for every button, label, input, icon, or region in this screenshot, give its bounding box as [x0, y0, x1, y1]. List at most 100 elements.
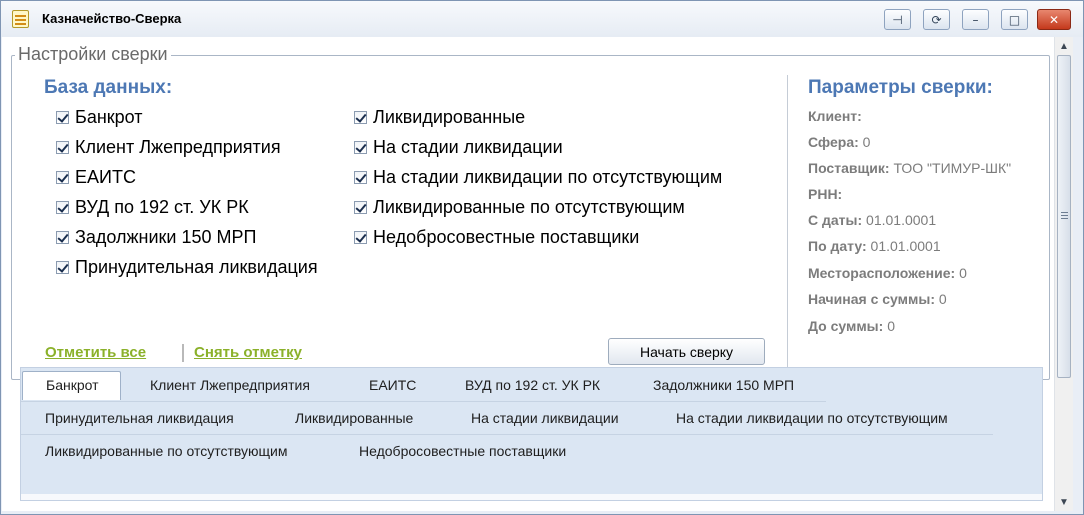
- maximize-icon: □: [1008, 12, 1021, 27]
- refresh-button[interactable]: ⟳: [923, 9, 950, 30]
- tab-in-liquidation-absent[interactable]: На стадии ликвидации по отсутствующим: [676, 410, 948, 426]
- checkbox-label: Клиент Лжепредприятия: [75, 137, 281, 157]
- app-window: Казначейство-Сверка ⊣ ⟳ – □ ✕ Настройки …: [0, 0, 1084, 515]
- checkbox-checked-icon: [354, 111, 367, 124]
- param-label: По дату:: [808, 238, 867, 254]
- tab-row-separator: [21, 401, 826, 402]
- checkbox-in-liquidation-absent[interactable]: На стадии ликвидации по отсутствующим: [354, 167, 722, 188]
- param-value: 01.01.0001: [870, 238, 941, 254]
- tab-forced-liquidation[interactable]: Принудительная ликвидация: [45, 410, 234, 426]
- checkbox-label: Задолжники 150 МРП: [75, 227, 257, 247]
- param-value: 0: [938, 291, 947, 307]
- tab-liquidated-absent[interactable]: Ликвидированные по отсутствующим: [45, 443, 287, 459]
- tab-unfair-suppliers[interactable]: Недобросовестные поставщики: [359, 443, 566, 459]
- param-client: Клиент:: [808, 108, 862, 124]
- tab-row-separator: [21, 434, 993, 435]
- checkbox-debtors-150[interactable]: Задолжники 150 МРП: [56, 227, 256, 248]
- checkbox-fake-clients[interactable]: Клиент Лжепредприятия: [56, 137, 281, 158]
- param-value: 0: [887, 318, 895, 334]
- param-label: Клиент:: [808, 108, 862, 124]
- param-label: РНН:: [808, 186, 843, 202]
- link-separator: [182, 344, 184, 362]
- param-label: Сфера:: [808, 134, 859, 150]
- grip-icon: [1061, 212, 1068, 219]
- param-value: ТОО "ТИМУР-ШК": [893, 160, 1012, 176]
- checkbox-bankrupt[interactable]: Банкрот: [56, 107, 143, 128]
- tab-liquidated[interactable]: Ликвидированные: [295, 410, 413, 426]
- checkbox-label: Недобросовестные поставщики: [373, 227, 640, 247]
- checkbox-label: ВУД по 192 ст. УК РК: [75, 197, 249, 217]
- param-label: С даты:: [808, 212, 863, 228]
- pin-button[interactable]: ⊣: [884, 9, 911, 30]
- checkbox-label: Ликвидированные по отсутствующим: [373, 197, 685, 217]
- param-value: 0: [862, 134, 871, 150]
- params-heading: Параметры сверки:: [808, 77, 993, 98]
- param-rnn: РНН:: [808, 186, 842, 202]
- checkbox-unfair-suppliers[interactable]: Недобросовестные поставщики: [354, 227, 639, 248]
- param-label: До суммы:: [808, 318, 884, 334]
- param-supplier: Поставщик: ТОО "ТИМУР-ШК": [808, 160, 1011, 176]
- scroll-down-icon[interactable]: ▼: [1055, 493, 1073, 511]
- title-bar[interactable]: Казначейство-Сверка ⊣ ⟳ – □ ✕: [1, 1, 1083, 37]
- checkbox-label: Ликвидированные: [373, 107, 526, 127]
- param-label: Месторасположение:: [808, 265, 956, 281]
- param-label: Начиная с суммы:: [808, 291, 935, 307]
- start-reconciliation-button[interactable]: Начать сверку: [608, 338, 765, 365]
- checkbox-checked-icon: [56, 171, 69, 184]
- checkbox-forced-liquidation[interactable]: Принудительная ликвидация: [56, 257, 318, 278]
- checkbox-checked-icon: [56, 261, 69, 274]
- checkbox-liquidated[interactable]: Ликвидированные: [354, 107, 525, 128]
- param-date-to: По дату: 01.01.0001: [808, 238, 941, 254]
- param-value: 0: [959, 265, 967, 281]
- checkbox-label: Банкрот: [75, 107, 143, 127]
- settings-legend: Настройки сверки: [15, 44, 171, 65]
- tab-fake-clients[interactable]: Клиент Лжепредприятия: [150, 377, 310, 393]
- tab-in-liquidation[interactable]: На стадии ликвидации: [471, 410, 619, 426]
- param-value: 01.01.0001: [866, 212, 937, 228]
- checkbox-checked-icon: [56, 111, 69, 124]
- param-sum-to: До суммы: 0: [808, 318, 895, 334]
- param-sum-from: Начиная с суммы: 0: [808, 291, 947, 307]
- result-tabs: Банкрот Клиент Лжепредприятия ЕАИТС ВУД …: [20, 367, 1043, 501]
- checkbox-checked-icon: [56, 231, 69, 244]
- checkbox-checked-icon: [354, 231, 367, 244]
- tab-content-strip: [21, 494, 1042, 500]
- window-title: Казначейство-Сверка: [42, 11, 182, 26]
- tab-debtors-150[interactable]: Задолжники 150 МРП: [653, 377, 794, 393]
- checkbox-label: На стадии ликвидации: [373, 137, 563, 157]
- checkbox-in-liquidation[interactable]: На стадии ликвидации: [354, 137, 563, 158]
- tab-bankrupt[interactable]: Банкрот: [22, 371, 121, 400]
- checkbox-checked-icon: [354, 171, 367, 184]
- uncheck-all-link[interactable]: Снять отметку: [194, 344, 302, 361]
- param-sphere: Сфера: 0: [808, 134, 870, 150]
- pin-icon: ⊣: [892, 12, 903, 27]
- minimize-button[interactable]: –: [962, 9, 989, 30]
- checkbox-label: ЕАИТС: [75, 167, 136, 187]
- checkbox-checked-icon: [354, 141, 367, 154]
- scroll-up-icon[interactable]: ▲: [1055, 37, 1073, 55]
- param-location: Месторасположение: 0: [808, 265, 967, 281]
- tab-eaits[interactable]: ЕАИТС: [369, 377, 416, 393]
- database-heading: База данных:: [44, 77, 173, 98]
- param-label: Поставщик:: [808, 160, 890, 176]
- scroll-thumb[interactable]: [1057, 55, 1071, 378]
- column-divider: [787, 75, 788, 367]
- notepad-icon: [12, 10, 29, 28]
- maximize-button[interactable]: □: [1001, 9, 1028, 30]
- param-date-from: С даты: 01.01.0001: [808, 212, 936, 228]
- minimize-icon: –: [972, 12, 979, 27]
- vertical-scrollbar[interactable]: ▲ ▼: [1054, 37, 1073, 511]
- checkbox-vud-192[interactable]: ВУД по 192 ст. УК РК: [56, 197, 249, 218]
- tab-vud-192[interactable]: ВУД по 192 ст. УК РК: [465, 377, 600, 393]
- checkbox-label: Принудительная ликвидация: [75, 257, 318, 277]
- check-all-link[interactable]: Отметить все: [45, 344, 146, 361]
- checkbox-liquidated-absent[interactable]: Ликвидированные по отсутствующим: [354, 197, 685, 218]
- checkbox-checked-icon: [354, 201, 367, 214]
- refresh-icon: ⟳: [931, 12, 942, 27]
- checkbox-eaits[interactable]: ЕАИТС: [56, 167, 136, 188]
- checkbox-checked-icon: [56, 141, 69, 154]
- checkbox-label: На стадии ликвидации по отсутствующим: [373, 167, 723, 187]
- close-icon: ✕: [1048, 12, 1060, 27]
- checkbox-checked-icon: [56, 201, 69, 214]
- close-button[interactable]: ✕: [1037, 9, 1071, 30]
